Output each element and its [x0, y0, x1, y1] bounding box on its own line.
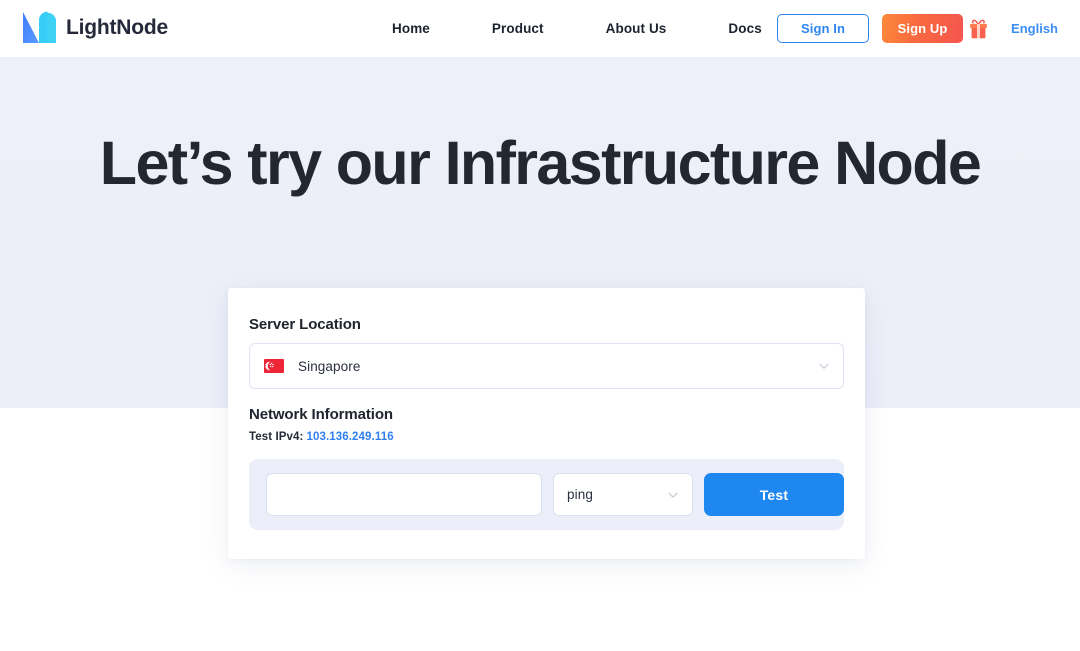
test-method-select[interactable]: ping: [553, 473, 693, 516]
language-selector[interactable]: English: [1011, 21, 1058, 36]
network-information-label: Network Information: [249, 406, 393, 423]
gift-icon[interactable]: [969, 18, 988, 40]
nav-item-product[interactable]: Product: [492, 15, 544, 42]
host-input[interactable]: [266, 473, 542, 516]
sign-in-button[interactable]: Sign In: [777, 14, 870, 43]
test-ipv4-label: Test IPv4:: [249, 431, 304, 443]
test-ipv4-row: Test IPv4: 103.136.249.116: [249, 431, 844, 443]
nav-item-docs[interactable]: Docs: [728, 15, 761, 42]
site-header: LightNode Home Product About Us Docs Sig…: [0, 0, 1080, 57]
main-navigation: Home Product About Us Docs: [392, 0, 762, 57]
server-location-label: Server Location: [249, 316, 361, 333]
network-test-card: Server Location Singapore Network Inform…: [228, 288, 865, 559]
sign-up-button[interactable]: Sign Up: [882, 14, 964, 43]
chevron-down-icon: [819, 363, 829, 369]
header-actions: Sign In Sign Up English: [777, 0, 1064, 57]
server-location-value: Singapore: [298, 358, 361, 374]
nav-item-home[interactable]: Home: [392, 15, 430, 42]
lightnode-logo-icon: [23, 11, 56, 44]
brand-name: LightNode: [66, 15, 169, 39]
network-test-panel: ping Test: [249, 459, 844, 530]
chevron-down-icon: [668, 492, 678, 498]
test-button[interactable]: Test: [704, 473, 844, 516]
nav-item-about-us[interactable]: About Us: [606, 15, 667, 42]
page-title: Let’s try our Infrastructure Node: [99, 129, 982, 197]
singapore-flag-icon: [264, 359, 284, 373]
test-method-value: ping: [567, 487, 593, 502]
server-location-select[interactable]: Singapore: [249, 343, 844, 389]
brand-logo[interactable]: LightNode: [22, 11, 168, 44]
test-ipv4-value[interactable]: 103.136.249.116: [306, 431, 393, 443]
